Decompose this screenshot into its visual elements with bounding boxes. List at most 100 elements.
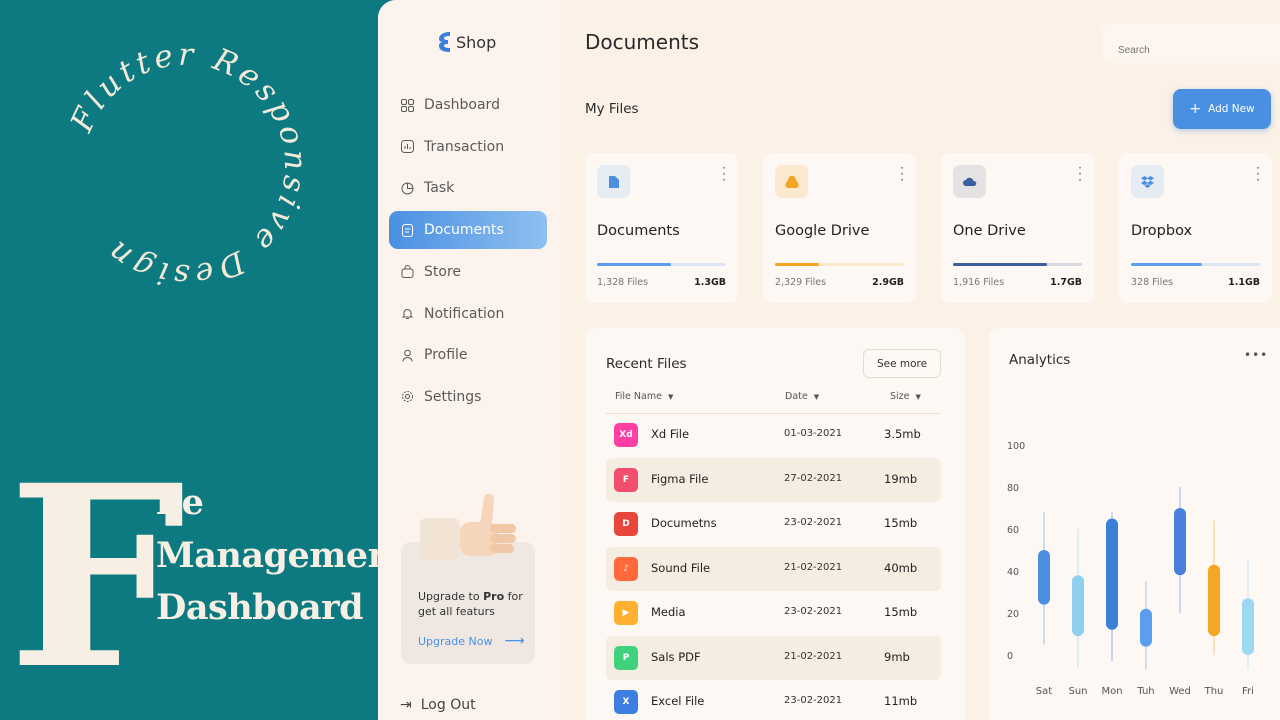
candle-body-mon[interactable] [1106, 518, 1118, 630]
file-name: Xd File [651, 427, 690, 441]
file-count: 1,916 Files [953, 277, 1005, 288]
candle-body-tuh[interactable] [1140, 608, 1152, 647]
file-count: 328 Files [1131, 277, 1173, 288]
figma-file-icon: F [614, 467, 638, 492]
excel-file-icon: X [614, 690, 638, 714]
storage-card-documents[interactable]: · · · Documents 1,328 Files 1.3GB [585, 153, 738, 303]
storage-progress-bar [1131, 263, 1260, 266]
y-tick-label: 0 [1007, 651, 1013, 662]
file-name: Sound File [651, 560, 711, 575]
x-tick-label: Sat [1036, 686, 1052, 697]
storage-card-one-drive[interactable]: · · · One Drive 1,916 Files 1.7GB [941, 153, 1094, 303]
file-size: 40mb [884, 560, 918, 575]
table-row[interactable]: F Figma File 27-02-2021 19mb [606, 457, 941, 502]
file-date: 21-02-2021 [784, 650, 843, 662]
x-tick-label: Thu [1204, 686, 1224, 697]
cloud-icon [953, 165, 986, 198]
sidebar-item-label: Settings [424, 388, 482, 405]
storage-card-dropbox[interactable]: · · · Dropbox 328 Files 1.1GB [1119, 153, 1272, 303]
dropbox-icon [1131, 165, 1164, 198]
sidebar-item-transaction[interactable]: Transaction [389, 128, 547, 166]
page-title: Documents [585, 30, 700, 54]
sidebar-item-label: Transaction [424, 138, 505, 155]
logout-button[interactable]: ⇥ Log Out [400, 697, 476, 713]
more-vertical-icon[interactable]: · · · [1256, 162, 1260, 186]
table-row[interactable]: Xd Xd File 01-03-2021 3.5mb [606, 413, 941, 457]
bag-icon [400, 265, 414, 279]
logo[interactable]: Shop [438, 30, 496, 54]
candle-body-fri[interactable] [1242, 598, 1254, 655]
sidebar-item-notification[interactable]: Notification [389, 295, 547, 333]
column-header-file-name[interactable]: File Name ▼ [615, 391, 673, 402]
file-date: 23-02-2021 [784, 695, 843, 706]
add-new-button[interactable]: + Add New [1173, 89, 1271, 129]
sidebar-item-label: Task [424, 180, 455, 197]
sidebar-item-documents[interactable]: Documents [389, 211, 547, 250]
pie-icon [400, 181, 414, 195]
file-size: 15mb [884, 516, 918, 530]
file-name: Media [651, 605, 686, 619]
x-tick-label: Sun [1068, 686, 1087, 697]
more-vertical-icon[interactable]: · · · [722, 162, 726, 186]
y-tick-label: 20 [1007, 609, 1019, 620]
file-size: 9mb [884, 649, 910, 664]
sidebar-item-settings[interactable]: Settings [389, 378, 547, 416]
table-row[interactable]: ▶ Media 23-02-2021 15mb [606, 591, 941, 635]
x-tick-label: Wed [1169, 686, 1191, 697]
file-name: Documetns [651, 516, 717, 530]
sidebar: Shop Dashboard Transaction Task Documents St… [378, 0, 561, 720]
file-size: 11mb [884, 694, 918, 708]
column-header-date[interactable]: Date ▼ [785, 391, 819, 402]
sidebar-item-store[interactable]: Store [389, 253, 547, 291]
y-tick-label: 100 [1007, 441, 1025, 452]
storage-card-google-drive[interactable]: · · · Google Drive 2,329 Files 2.9GB [763, 153, 916, 303]
banner-line-3: Dashboard [156, 587, 364, 628]
file-size: 19mb [884, 471, 918, 486]
file-size: 3.5mb [884, 427, 921, 441]
column-header-size[interactable]: Size ▼ [890, 391, 921, 402]
media-file-icon: ▶ [614, 601, 638, 625]
sort-down-icon: ▼ [813, 393, 820, 401]
storage-size: 1.1GB [1228, 277, 1260, 288]
file-date: 23-02-2021 [784, 517, 843, 528]
storage-progress-bar [953, 263, 1082, 266]
grid-icon [400, 98, 414, 112]
file-date: 21-02-2021 [784, 561, 843, 573]
bell-icon [400, 307, 414, 321]
sidebar-item-dashboard[interactable]: Dashboard [389, 86, 547, 124]
file-name: Sals PDF [651, 649, 701, 664]
more-vertical-icon[interactable]: · · · [1078, 162, 1082, 186]
candle-body-wed[interactable] [1174, 508, 1186, 576]
candle-body-sun[interactable] [1072, 575, 1084, 637]
x-tick-label: Tuh [1136, 686, 1154, 697]
y-tick-label: 60 [1007, 525, 1019, 536]
upgrade-now-link[interactable]: Upgrade Now ⟶ [418, 633, 525, 649]
see-more-button[interactable]: See more [863, 349, 941, 378]
arrow-right-icon: ⟶ [504, 633, 525, 649]
app-window: Shop Dashboard Transaction Task Documents St… [378, 0, 1280, 720]
gear-icon [400, 390, 414, 404]
candle-body-sat[interactable] [1038, 550, 1050, 605]
storage-size: 2.9GB [872, 277, 904, 288]
table-row[interactable]: ♪ Sound File 21-02-2021 40mb [606, 546, 941, 591]
more-vertical-icon[interactable]: · · · [900, 162, 904, 186]
pdf-file-icon: P [614, 645, 638, 670]
table-row[interactable]: D Documetns 23-02-2021 15mb [606, 502, 941, 546]
my-files-title: My Files [585, 101, 639, 117]
x-tick-label: Fri [1242, 686, 1254, 697]
card-title: Dropbox [1131, 223, 1193, 239]
analytics-chart: 0 20 40 60 80 100 Sat Sun Mon Tuh Wed Thu Fri [1007, 441, 1254, 697]
user-icon [400, 348, 414, 362]
table-row[interactable]: X Excel File 23-02-2021 11mb [606, 680, 941, 720]
search-input[interactable] [1102, 23, 1280, 63]
sidebar-item-task[interactable]: Task [389, 169, 547, 207]
file-icon [597, 165, 630, 198]
table-row[interactable]: P Sals PDF 21-02-2021 9mb [606, 635, 941, 680]
card-title: One Drive [953, 223, 1026, 239]
sidebar-item-profile[interactable]: Profile [389, 336, 547, 374]
candle-body-thu[interactable] [1208, 564, 1220, 637]
storage-size: 1.7GB [1050, 277, 1082, 288]
banner-line-1: ile [156, 482, 204, 523]
logo-text: Shop [456, 32, 497, 52]
x-tick-label: Mon [1101, 686, 1122, 697]
